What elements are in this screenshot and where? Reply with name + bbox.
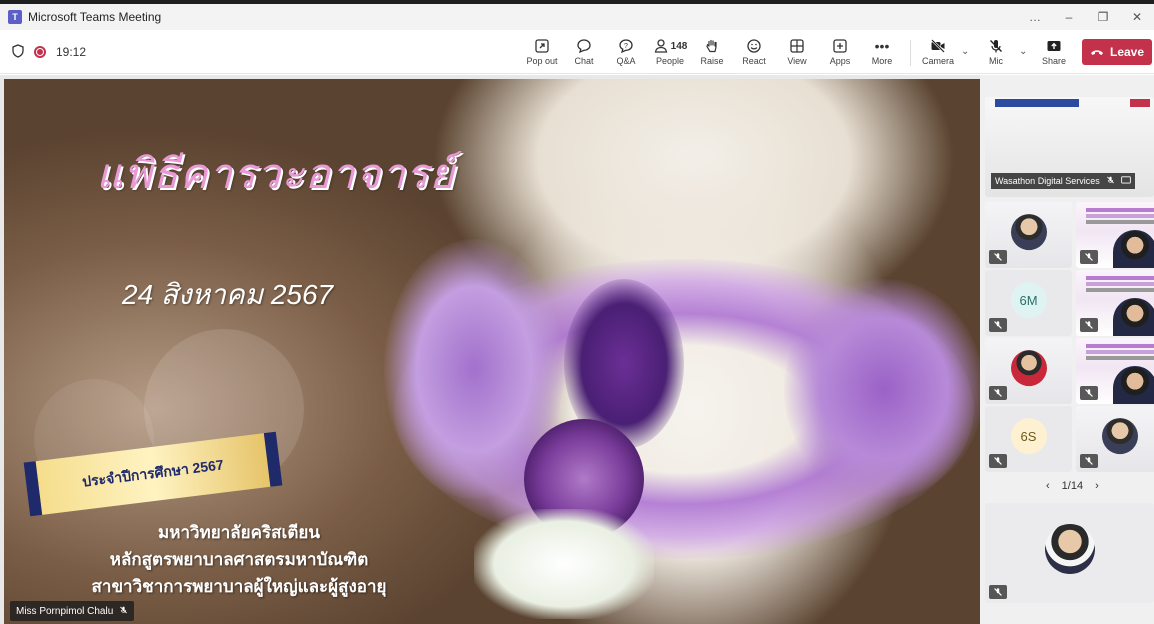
self-avatar xyxy=(1044,524,1095,574)
shield-icon xyxy=(12,43,24,61)
university-line: มหาวิทยาลัยคริสเตียน xyxy=(158,523,320,542)
mic-off-icon xyxy=(989,454,1007,468)
shared-content-stage[interactable]: แพิธีคารวะอาจารย์ 24 สิงหาคม 2567 ประจำป… xyxy=(0,75,980,624)
gallery-pager: ‹ 1/14 › xyxy=(1046,480,1099,492)
mic-off-icon xyxy=(988,36,1004,56)
phone-hangup-icon xyxy=(1090,45,1104,59)
react-button[interactable]: React xyxy=(730,36,778,72)
participant-background-slide xyxy=(1086,208,1154,212)
minimize-icon[interactable]: – xyxy=(1052,4,1086,30)
restore-icon[interactable]: ❐ xyxy=(1086,4,1120,30)
mic-button[interactable]: Mic xyxy=(972,36,1020,72)
mic-options-chevron-icon[interactable]: ⌄ xyxy=(1019,46,1027,57)
mic-off-icon xyxy=(989,250,1007,264)
share-button[interactable]: Share xyxy=(1030,36,1078,72)
meeting-toolbar: 19:12 Pop out Chat ? Q&A 148 People Rais… xyxy=(0,30,1154,74)
program-line: หลักสูตรพยาบาลศาสตรมหาบัณฑิต xyxy=(109,550,369,569)
participant-tile[interactable]: 6M xyxy=(985,270,1072,336)
camera-options-chevron-icon[interactable]: ⌄ xyxy=(961,46,969,57)
mic-off-icon xyxy=(1080,454,1098,468)
mic-off-icon xyxy=(1080,318,1098,332)
ellipsis-icon: ••• xyxy=(874,38,890,54)
toolbar-divider xyxy=(910,40,911,66)
more-options-icon[interactable]: … xyxy=(1018,4,1052,30)
recording-icon xyxy=(34,46,46,58)
add-app-icon xyxy=(832,36,848,56)
people-count: 148 xyxy=(670,40,688,52)
chevron-right-icon[interactable]: › xyxy=(1095,480,1099,492)
participant-initials: 6S xyxy=(1010,418,1047,455)
participant-video xyxy=(1113,298,1154,336)
participant-tile[interactable]: 6S xyxy=(985,406,1072,472)
screen-share-icon xyxy=(1120,175,1131,187)
share-screen-icon xyxy=(1046,36,1062,56)
participant-background-slide xyxy=(1086,344,1154,348)
qa-button[interactable]: ? Q&A xyxy=(602,36,650,72)
window-title: Microsoft Teams Meeting xyxy=(28,10,162,24)
purple-flower xyxy=(784,279,980,499)
mic-off-icon xyxy=(1106,175,1115,187)
department-line: สาขาวิชาการพยาบาลผู้ใหญ่และผู้สูงอายุ xyxy=(91,577,387,596)
participant-tile[interactable] xyxy=(985,338,1072,404)
more-button[interactable]: ••• More xyxy=(858,36,906,72)
qa-icon: ? xyxy=(618,36,634,56)
ribbon-text: ประจำปีการศึกษา 2567 xyxy=(81,456,225,490)
people-icon: 148 xyxy=(653,36,688,56)
close-icon[interactable]: ✕ xyxy=(1120,4,1154,30)
participant-video-tile[interactable] xyxy=(1076,202,1154,268)
popout-icon xyxy=(534,36,550,56)
raise-hand-button[interactable]: Raise xyxy=(688,36,736,72)
participant-tile[interactable] xyxy=(1076,406,1154,472)
hand-icon xyxy=(704,36,720,56)
jasmine-strand xyxy=(474,509,654,619)
participant-video xyxy=(1113,230,1154,268)
shared-screen-tile[interactable]: Wasathon Digital Services xyxy=(985,97,1154,197)
mic-off-icon xyxy=(989,585,1007,599)
participant-video xyxy=(1113,366,1154,404)
presenter-name-tag: Miss Pornpimol Chalu xyxy=(10,601,135,621)
apps-button[interactable]: Apps xyxy=(816,36,864,72)
mic-off-icon xyxy=(989,318,1007,332)
mic-off-icon xyxy=(1080,250,1098,264)
participant-video-tile[interactable] xyxy=(1076,338,1154,404)
slide-image: แพิธีคารวะอาจารย์ 24 สิงหาคม 2567 ประจำป… xyxy=(4,79,980,624)
participant-background-slide xyxy=(1086,276,1154,280)
leave-button[interactable]: Leave xyxy=(1082,39,1152,65)
grid-icon xyxy=(789,36,805,56)
meeting-timer: 19:12 xyxy=(56,45,87,59)
mic-off-icon xyxy=(989,386,1007,400)
teams-logo-icon: T xyxy=(8,10,22,24)
self-view-tile[interactable] xyxy=(985,503,1154,603)
slide-footer-text: มหาวิทยาลัยคริสเตียน หลักสูตรพยาบาลศาสตร… xyxy=(74,519,404,600)
shared-thumbnail-badge xyxy=(1130,99,1150,107)
camera-button[interactable]: Camera xyxy=(914,36,962,72)
chat-button[interactable]: Chat xyxy=(560,36,608,72)
meeting-status: 19:12 xyxy=(12,30,86,74)
participant-avatar xyxy=(1010,214,1047,251)
window-controls: … – ❐ ✕ xyxy=(1018,4,1154,30)
page-indicator: 1/14 xyxy=(1061,480,1084,492)
participant-video-tile[interactable] xyxy=(1076,270,1154,336)
participant-avatar xyxy=(1010,350,1047,387)
slide-date: 24 สิงหาคม 2567 xyxy=(122,279,334,310)
participant-avatar xyxy=(1101,418,1138,455)
slide-title: แพิธีคารวะอาจารย์ xyxy=(96,149,455,198)
participants-sidebar: Wasathon Digital Services 6M 6S ‹ 1/14 › xyxy=(980,75,1154,624)
mic-off-icon xyxy=(1080,386,1098,400)
shared-screen-label: Wasathon Digital Services xyxy=(991,173,1135,189)
chat-icon xyxy=(576,36,592,56)
shared-thumbnail-bar xyxy=(995,99,1079,107)
view-button[interactable]: View xyxy=(773,36,821,72)
svg-text:?: ? xyxy=(624,43,628,50)
smiley-icon xyxy=(746,36,762,56)
camera-off-icon xyxy=(930,36,946,56)
participant-tile[interactable] xyxy=(985,202,1072,268)
popout-button[interactable]: Pop out xyxy=(518,36,566,72)
window-titlebar: T Microsoft Teams Meeting … – ❐ ✕ xyxy=(0,4,1154,30)
mic-off-icon xyxy=(119,605,128,618)
chevron-left-icon[interactable]: ‹ xyxy=(1046,480,1050,492)
participant-initials: 6M xyxy=(1010,282,1047,319)
